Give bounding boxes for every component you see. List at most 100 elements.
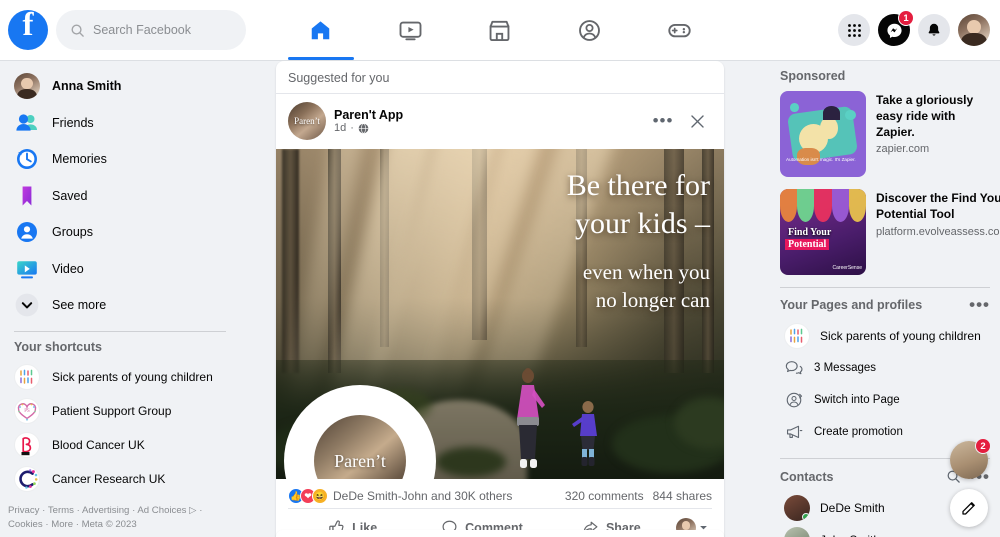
sidebar-item-video[interactable]: Video (8, 252, 232, 286)
ad-brand: CareerSense (832, 265, 862, 271)
ad-image-zapier: Automation isn't magic. It's Zapier. (780, 91, 866, 177)
page-action-messages[interactable]: 3 Messages (780, 352, 990, 384)
nav-tab-marketplace[interactable] (455, 0, 545, 60)
ad-url: platform.evolveassess.com (876, 225, 1000, 238)
sidebar-item-label: Memories (52, 152, 107, 166)
post-close-button[interactable] (682, 106, 712, 136)
sponsored-ad-zapier[interactable]: Automation isn't magic. It's Zapier. Tak… (780, 91, 990, 177)
megaphone-icon (784, 422, 804, 442)
account-avatar[interactable] (958, 14, 990, 46)
ad-title: Take a gloriously easy ride with Zapier. (876, 93, 974, 139)
facebook-page: 1 Anna Smith (0, 0, 1000, 537)
nav-tab-video[interactable] (366, 0, 456, 60)
page-avatar[interactable]: Paren’t (288, 102, 326, 140)
engagement-counts: 320 comments 844 shares (565, 489, 712, 503)
bell-icon (928, 23, 940, 36)
footer-sep: · (39, 505, 48, 517)
footer-link-ad-choices[interactable]: Ad Choices (137, 505, 186, 516)
top-navigation-bar: 1 (0, 0, 1000, 61)
pages-menu-button[interactable]: ••• (969, 295, 990, 314)
post-header-actions: ••• (648, 106, 712, 136)
sidebar-item-see-more[interactable]: See more (8, 288, 232, 322)
header-right: 1 (838, 0, 990, 60)
ad-image-caption: Automation isn't magic. It's Zapier. (786, 157, 856, 162)
shortcut-label: Cancer Research UK (52, 472, 166, 486)
shortcut-label: Blood Cancer UK (52, 438, 145, 452)
home-icon (312, 20, 330, 39)
page-action-switch-into-page[interactable]: Switch into Page (780, 384, 990, 416)
page-action-label: 3 Messages (814, 362, 877, 374)
nav-tab-home[interactable] (276, 0, 366, 60)
sidebar-item-memories[interactable]: Memories (8, 142, 232, 176)
sidebar-item-friends[interactable]: Friends (8, 106, 232, 140)
page-action-label: Create promotion (814, 426, 903, 438)
page-item-sick-parents[interactable]: Sick parents of young children (780, 320, 990, 352)
footer-link-privacy[interactable]: Privacy (8, 505, 39, 516)
footer-link-terms[interactable]: Terms (48, 505, 74, 516)
sidebar-item-label: Anna Smith (52, 79, 122, 93)
contact-avatar (784, 527, 810, 537)
groups-icon (579, 19, 600, 41)
svg-text:PS: PS (24, 409, 30, 414)
footer-link-advertising[interactable]: Advertising (82, 505, 129, 516)
facebook-logo[interactable] (8, 7, 48, 50)
ad-text-find-your-potential: Discover the Find Your Potential Tool pl… (876, 189, 1000, 275)
sidebar-item-saved[interactable]: Saved (8, 179, 232, 213)
messages-icon (784, 358, 804, 378)
footer-link-more[interactable]: More (51, 519, 73, 530)
footer-links: Privacy · Terms · Advertising · Ad Choic… (8, 504, 236, 532)
headline-sub-line-1: even when you (582, 260, 710, 285)
compose-message-button[interactable] (950, 489, 988, 527)
post-page-name[interactable]: Paren't App (334, 108, 403, 122)
sidebar-item-label: Video (52, 261, 84, 276)
active-tab-underline (288, 57, 354, 60)
footer-sep: · (196, 505, 203, 517)
post-more-options-button[interactable]: ••• (648, 106, 678, 136)
nav-tab-gaming[interactable] (634, 0, 724, 60)
sponsored-ad-find-your-potential[interactable]: Find Your Potential CareerSense Discover… (780, 189, 1000, 275)
brand-logo-text: Paren’t (334, 450, 386, 471)
right-divider (780, 287, 990, 288)
shortcut-patient-support-group[interactable]: PS Patient Support Group (8, 395, 232, 427)
footer-link-cookies[interactable]: Cookies (8, 519, 43, 530)
shortcut-label: Sick parents of young children (52, 370, 213, 384)
comments-count[interactable]: 320 comments (565, 489, 644, 503)
sidebar-item-label: Friends (52, 115, 94, 130)
close-icon (690, 114, 704, 128)
post-image[interactable]: Be there for your kids – even when you n… (276, 149, 724, 479)
shortcut-sick-parents[interactable]: Sick parents of young children (8, 361, 232, 393)
notifications-button[interactable] (918, 14, 950, 46)
ad-image-caption-line2: Potential (785, 238, 830, 250)
more-options-icon: ••• (652, 111, 674, 130)
news-feed: Suggested for you Paren’t Paren't App 1d… (276, 61, 724, 537)
sidebar-item-profile[interactable]: Anna Smith (8, 69, 232, 103)
shortcut-blood-cancer-uk[interactable]: Blood Cancer UK (8, 429, 232, 461)
sidebar-item-groups[interactable]: Groups (8, 215, 232, 249)
memories-clock-icon (14, 146, 40, 172)
reaction-icons[interactable]: 👍 ❤ 😆 (288, 488, 328, 504)
nav-tab-groups[interactable] (545, 0, 635, 60)
shares-count[interactable]: 844 shares (653, 489, 712, 503)
more-options-icon: ••• (969, 295, 990, 314)
shortcut-cancer-research-uk[interactable]: Cancer Research UK (8, 463, 232, 495)
online-status-indicator (802, 513, 810, 521)
headline-line-2: your kids – (575, 207, 710, 241)
sidebar-item-label: Groups (52, 225, 93, 239)
contact-item-john-smith[interactable]: John Smith (780, 524, 990, 537)
page-name: Sick parents of young children (820, 329, 981, 343)
pages-title-label: Your Pages and profiles (780, 298, 923, 312)
globe-icon (358, 122, 369, 134)
reactions-summary[interactable]: DeDe Smith-John and 30K others (333, 489, 512, 503)
grid-menu-button[interactable] (838, 14, 870, 46)
sidebar-divider (14, 331, 226, 332)
friends-icon (14, 110, 40, 136)
page-action-label: Switch into Page (814, 394, 900, 406)
floating-chat-avatar[interactable]: 2 (950, 438, 991, 479)
search-box[interactable] (56, 10, 246, 50)
ad-title: Discover the Find Your Potential Tool (876, 191, 1000, 221)
contact-name: John Smith (820, 533, 880, 537)
shortcut-label: Patient Support Group (52, 404, 172, 418)
search-input[interactable] (93, 23, 233, 37)
messenger-button[interactable]: 1 (878, 10, 914, 46)
contact-name: DeDe Smith (820, 501, 885, 515)
